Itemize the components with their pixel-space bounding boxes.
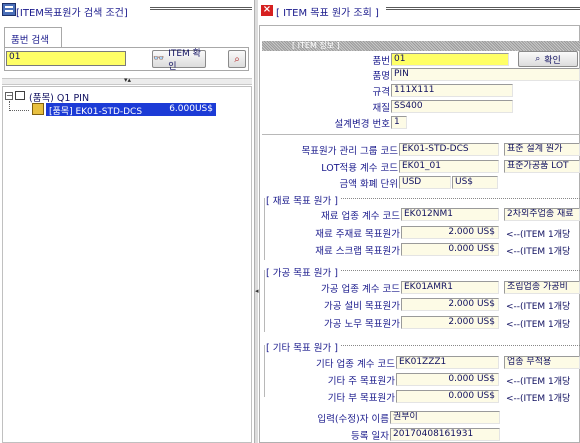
title-rule — [150, 7, 252, 13]
material-main-label: 재료 주재료 목표원가 — [315, 229, 400, 240]
currency-label: 금액 화폐 단위 — [339, 179, 398, 190]
processing-equip-label: 가공 설비 목표원가 — [324, 301, 400, 312]
material-scrap-note: <--(ITEM 1개당 — [506, 247, 571, 257]
group-note-field: 표준 설계 원가 — [504, 143, 580, 156]
spec-label: 규격 — [372, 87, 390, 98]
processing-code-note: 조립업종 가공비 — [504, 281, 580, 294]
lot-note-field: 표준가공품 LOT — [504, 160, 580, 173]
magnifier-icon: ⌕ — [234, 53, 240, 65]
other-sub-label: 기타 부 목표원가 — [327, 393, 395, 404]
right-panel-title: [ ITEM 목표 원가 조회 ] — [276, 8, 379, 19]
processing-equip-field: 2.000 US$ — [401, 298, 499, 311]
window-icon — [2, 3, 16, 16]
close-icon[interactable]: × — [261, 5, 273, 16]
part-no-field[interactable]: 01 — [391, 53, 509, 66]
group-code-label: 목표원가 관리 그룹 코드 — [301, 146, 398, 157]
tree-view: − (품목) Q1 PIN [품목] EK01-STD-DCS 6.000US$ — [2, 86, 252, 443]
splitter-bar[interactable]: ▾▴ — [2, 76, 252, 85]
tab-part-search[interactable]: 품번 검색 — [4, 27, 62, 47]
section-header-label: [ ITEM 정보 ] — [292, 41, 340, 50]
design-change-label: 설계변경 번호 — [334, 119, 390, 130]
date-field: 20170408161931 — [390, 428, 500, 441]
processing-code-field: EK01AMR1 — [401, 281, 499, 294]
processing-group-border — [264, 270, 265, 332]
search-icon: ⌕ — [535, 54, 541, 64]
other-group-title: [ 기타 목표 원가 ] — [266, 340, 340, 354]
currency-unit-field: US$ — [452, 176, 498, 189]
other-main-field: 0.000 US$ — [396, 373, 499, 386]
other-code-field: EK01ZZZ1 — [396, 356, 499, 369]
material-code-field: EK012NM1 — [401, 208, 499, 221]
material-group-title: [ 재료 목표 원가 ] — [266, 193, 340, 207]
section-divider — [262, 134, 580, 135]
item-confirm-label: ITEM 확인 — [168, 49, 201, 72]
material-field: SS400 — [391, 100, 513, 113]
part-name-label: 품명 — [372, 71, 390, 82]
material-main-note: <--(ITEM 1개당 — [506, 230, 571, 240]
folder-icon — [15, 91, 25, 100]
collapse-icon: ▾▴ — [124, 76, 132, 84]
processing-labor-label: 가공 노무 목표원가 — [324, 319, 400, 330]
date-label: 등록 일자 — [351, 431, 389, 442]
material-scrap-label: 재료 스크랩 목표원가 — [315, 246, 400, 257]
other-code-note: 업종 무적용 — [504, 356, 580, 369]
tree-connector — [9, 101, 29, 111]
title-rule — [386, 7, 580, 13]
editor-field: 권부이 — [390, 411, 500, 424]
material-group-border — [264, 198, 265, 260]
item-icon — [32, 103, 44, 115]
other-main-label: 기타 주 목표원가 — [327, 376, 395, 387]
search-icon-button[interactable]: ⌕ — [228, 50, 246, 68]
section-header: [ ITEM 정보 ] — [262, 41, 580, 51]
processing-labor-note: <--(ITEM 1개당 — [506, 320, 571, 330]
binoculars-icon: 👓 — [153, 54, 165, 64]
editor-label: 입력(수정)자 이름 — [317, 414, 389, 425]
right-panel: × [ ITEM 목표 원가 조회 ] [ ITEM 정보 ] 품번 01 ⌕ … — [258, 0, 580, 443]
material-group-line — [312, 198, 580, 199]
processing-equip-note: <--(ITEM 1개당 — [506, 302, 571, 312]
other-main-note: <--(ITEM 1개당 — [506, 377, 571, 387]
left-panel: [ITEM목표원가 검색 조건] 품번 검색 01 👓 ITEM 확인 ⌕ ▾▴… — [0, 0, 254, 443]
other-group-border — [264, 345, 265, 397]
material-code-label: 재료 업종 계수 코드 — [321, 211, 400, 222]
material-code-note: 2차외주업종 재료 — [504, 208, 580, 221]
item-confirm-button[interactable]: 👓 ITEM 확인 — [152, 49, 206, 72]
tree-root-label[interactable]: (품목) Q1 PIN — [29, 90, 89, 104]
processing-labor-field: 2.000 US$ — [401, 316, 499, 329]
search-input[interactable]: 01 — [6, 51, 126, 66]
material-scrap-field: 0.000 US$ — [401, 243, 499, 256]
part-confirm-label: 확인 — [544, 55, 561, 66]
tree-child-amount: 6.000US$ — [169, 104, 213, 114]
lot-code-label: LOT적용 계수 코드 — [321, 163, 398, 174]
design-change-field: 1 — [391, 116, 407, 129]
part-name-field: PIN — [391, 68, 580, 81]
spec-field: 111X111 — [391, 84, 513, 97]
part-confirm-button[interactable]: ⌕ 확인 — [518, 51, 578, 67]
left-panel-title: [ITEM목표원가 검색 조건] — [16, 8, 128, 19]
currency-field: USD — [399, 176, 451, 189]
lot-code-field: EK01_01 — [399, 160, 499, 173]
processing-code-label: 가공 업종 계수 코드 — [321, 284, 400, 295]
tree-selected-row[interactable]: [품목] EK01-STD-DCS 6.000US$ — [46, 103, 216, 117]
part-no-label: 품번 — [372, 56, 390, 67]
tree-child-label: [품목] EK01-STD-DCS — [49, 107, 143, 117]
other-group-line — [312, 345, 580, 346]
material-label: 재질 — [372, 103, 390, 114]
tree-expander[interactable]: − — [5, 92, 13, 100]
other-code-label: 기타 업종 계수 코드 — [316, 359, 395, 370]
processing-group-title: [ 가공 목표 원가 ] — [266, 265, 340, 279]
material-main-field: 2.000 US$ — [401, 226, 499, 239]
other-sub-field: 0.000 US$ — [396, 390, 499, 403]
other-sub-note: <--(ITEM 1개당 — [506, 394, 571, 404]
tab-part-search-label: 품번 검색 — [11, 35, 49, 46]
processing-group-line — [312, 270, 580, 271]
group-code-field: EK01-STD-DCS — [399, 143, 499, 156]
